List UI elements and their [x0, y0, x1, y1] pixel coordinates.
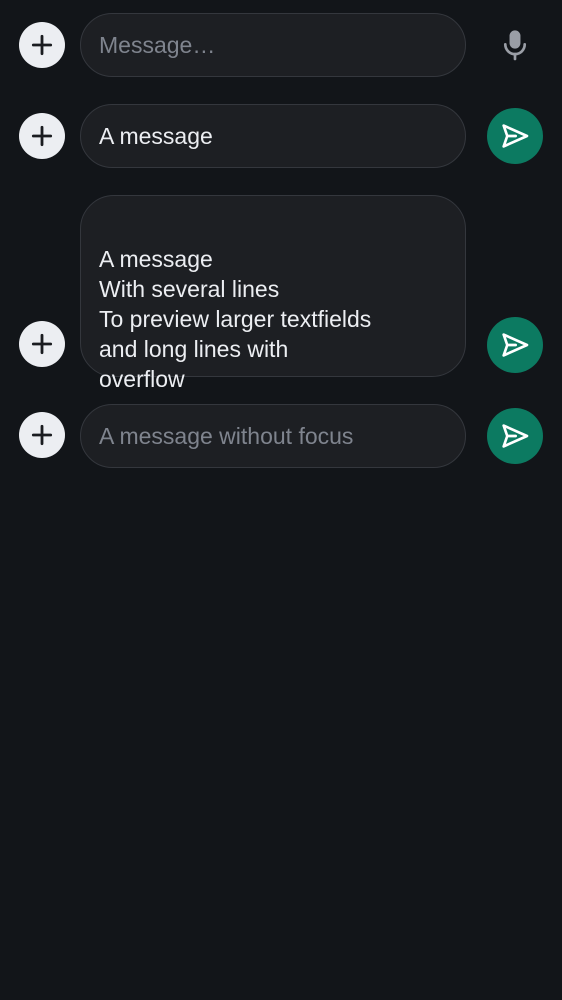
message-input[interactable]: Message… — [80, 13, 466, 77]
message-input-multiline[interactable]: A message With several lines To preview … — [80, 195, 466, 392]
send-icon — [502, 124, 529, 148]
plus-icon — [31, 333, 53, 355]
send-icon — [502, 333, 529, 357]
microphone-button[interactable] — [490, 20, 540, 70]
message-input-placeholder: Message… — [99, 32, 216, 58]
attach-button[interactable] — [19, 113, 65, 159]
message-input-value: A message With several lines To preview … — [99, 246, 372, 392]
message-input[interactable]: A message — [80, 104, 466, 168]
attach-button[interactable] — [19, 412, 65, 458]
send-button[interactable] — [487, 408, 543, 464]
send-icon — [502, 424, 529, 448]
message-input-value: A message — [99, 123, 213, 149]
attach-button[interactable] — [19, 22, 65, 68]
plus-icon — [31, 424, 53, 446]
plus-icon — [31, 125, 53, 147]
send-button[interactable] — [487, 317, 543, 373]
composer-preview-screen: Message… A message A message With severa… — [0, 0, 562, 1000]
message-input[interactable]: A message without focus — [80, 404, 466, 468]
attach-button[interactable] — [19, 321, 65, 367]
microphone-icon — [503, 30, 527, 61]
message-input-placeholder: A message without focus — [99, 423, 354, 449]
plus-icon — [31, 34, 53, 56]
send-button[interactable] — [487, 108, 543, 164]
